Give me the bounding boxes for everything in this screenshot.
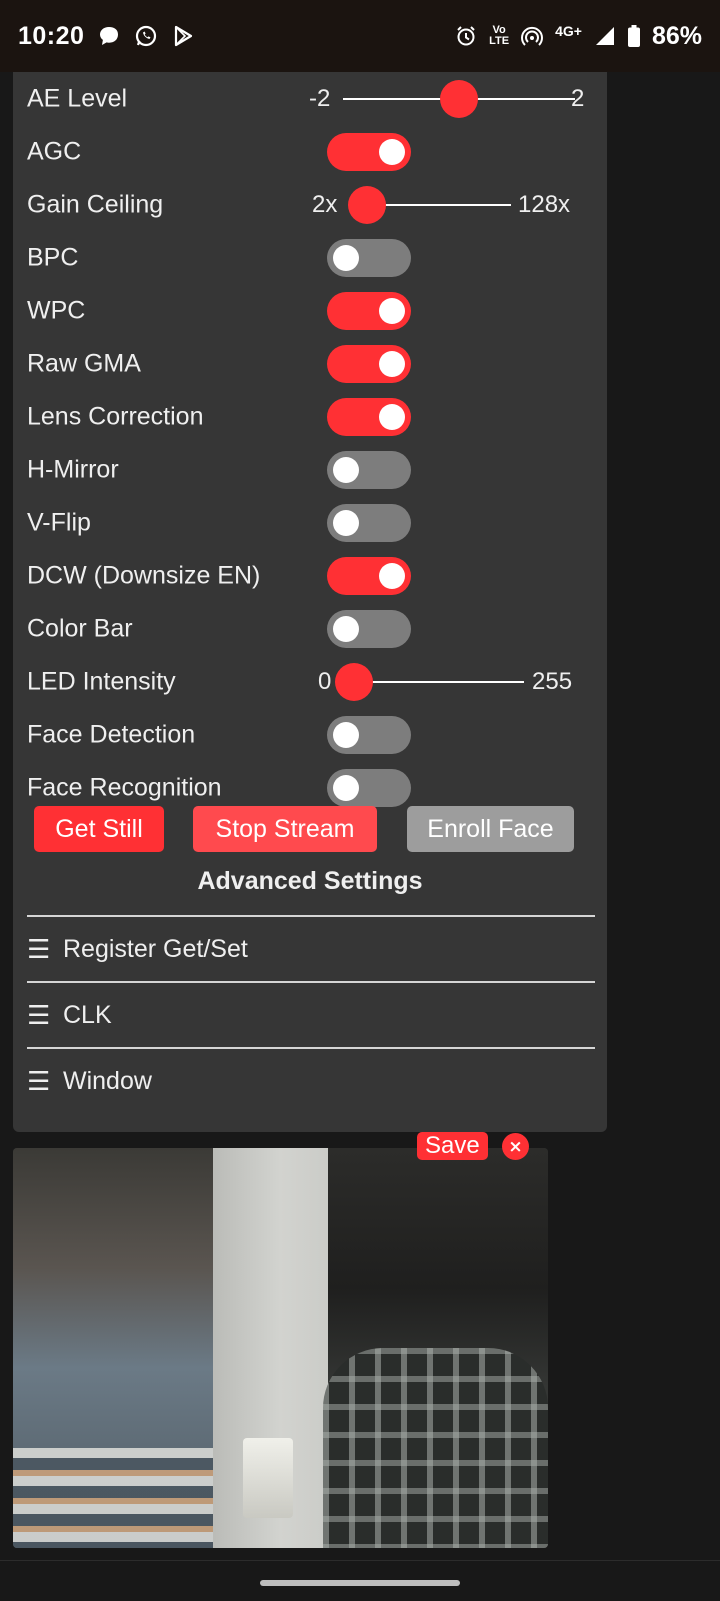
h-mirror-row: H-Mirror bbox=[13, 443, 607, 496]
stream-person-left-shirt bbox=[13, 1448, 213, 1548]
lens-correction-row: Lens Correction bbox=[13, 390, 607, 443]
lens-correction-toggle[interactable] bbox=[327, 397, 411, 436]
gain-ceiling-min: 2x bbox=[312, 190, 338, 218]
stream-lamp bbox=[243, 1438, 293, 1518]
toggle-knob bbox=[333, 509, 359, 536]
menu-icon: ☰ bbox=[27, 933, 51, 964]
dcw-row: DCW (Downsize EN) bbox=[13, 549, 607, 602]
navigation-bar bbox=[0, 1560, 720, 1601]
bpc-row: BPC bbox=[13, 231, 607, 284]
chat-bubble-icon bbox=[98, 25, 120, 47]
toggle-knob bbox=[379, 297, 405, 324]
raw-gma-row: Raw GMA bbox=[13, 337, 607, 390]
color-bar-label: Color Bar bbox=[27, 614, 133, 642]
advanced-item-label: Window bbox=[63, 1066, 152, 1095]
raw-gma-toggle[interactable] bbox=[327, 344, 411, 383]
battery-icon bbox=[627, 25, 640, 47]
action-buttons: Get Still Stop Stream Enroll Face bbox=[13, 806, 607, 852]
battery-percent: 86% bbox=[651, 21, 702, 50]
toggle-knob bbox=[379, 138, 405, 165]
face-recognition-label: Face Recognition bbox=[27, 773, 222, 801]
gain-ceiling-thumb[interactable] bbox=[348, 185, 386, 224]
gain-ceiling-slider[interactable] bbox=[348, 185, 511, 224]
gain-ceiling-label: Gain Ceiling bbox=[27, 190, 164, 218]
color-bar-toggle[interactable] bbox=[327, 609, 411, 648]
advanced-item-label: Register Get/Set bbox=[63, 934, 248, 963]
led-intensity-thumb[interactable] bbox=[335, 662, 373, 701]
clock: 10:20 bbox=[18, 21, 85, 50]
divider bbox=[27, 915, 595, 917]
wpc-toggle[interactable] bbox=[327, 291, 411, 330]
lens-correction-label: Lens Correction bbox=[27, 402, 204, 430]
close-stream-button[interactable]: × bbox=[502, 1133, 529, 1160]
settings-panel: AE Level -2 2 AGC Gain Ceiling 2x 128x B… bbox=[13, 72, 607, 1132]
gain-ceiling-row: Gain Ceiling 2x 128x bbox=[13, 178, 607, 231]
h-mirror-label: H-Mirror bbox=[27, 455, 119, 483]
face-detection-label: Face Detection bbox=[27, 720, 196, 748]
toggle-knob bbox=[379, 403, 405, 430]
led-intensity-row: LED Intensity 0 255 bbox=[13, 655, 607, 708]
v-flip-label: V-Flip bbox=[27, 508, 91, 536]
divider bbox=[27, 981, 595, 983]
toggle-knob bbox=[379, 562, 405, 589]
stop-stream-button[interactable]: Stop Stream bbox=[193, 806, 377, 852]
toggle-knob bbox=[379, 350, 405, 377]
alarm-icon bbox=[455, 25, 477, 47]
wpc-label: WPC bbox=[27, 296, 86, 324]
led-intensity-slider[interactable] bbox=[335, 662, 524, 701]
ae-level-slider[interactable] bbox=[343, 79, 575, 118]
play-store-icon bbox=[172, 25, 194, 47]
toggle-knob bbox=[333, 456, 359, 483]
bpc-label: BPC bbox=[27, 243, 79, 271]
wpc-row: WPC bbox=[13, 284, 607, 337]
toggle-knob bbox=[333, 774, 359, 801]
whatsapp-icon bbox=[134, 24, 158, 48]
toggle-knob bbox=[333, 244, 359, 271]
face-detection-toggle[interactable] bbox=[327, 715, 411, 754]
color-bar-row: Color Bar bbox=[13, 602, 607, 655]
led-intensity-max: 255 bbox=[532, 667, 573, 695]
led-intensity-min: 0 bbox=[318, 667, 332, 695]
agc-toggle[interactable] bbox=[327, 132, 411, 171]
enroll-face-button[interactable]: Enroll Face bbox=[407, 806, 574, 852]
advanced-item-label: CLK bbox=[63, 1000, 112, 1029]
advanced-item-register[interactable]: ☰ Register Get/Set bbox=[27, 929, 248, 969]
bpc-toggle[interactable] bbox=[327, 238, 411, 277]
menu-icon: ☰ bbox=[27, 999, 51, 1030]
led-intensity-label: LED Intensity bbox=[27, 667, 176, 695]
signal-icon bbox=[594, 25, 616, 47]
save-button[interactable]: Save bbox=[417, 1132, 488, 1160]
face-recognition-toggle[interactable] bbox=[327, 768, 411, 807]
ae-level-label: AE Level bbox=[27, 84, 128, 112]
volte-icon: Vo LTE bbox=[489, 24, 510, 47]
divider bbox=[27, 1047, 595, 1049]
gain-ceiling-max: 128x bbox=[518, 190, 571, 218]
hotspot-icon bbox=[521, 25, 544, 47]
raw-gma-label: Raw GMA bbox=[27, 349, 141, 377]
advanced-item-window[interactable]: ☰ Window bbox=[27, 1061, 152, 1101]
agc-label: AGC bbox=[27, 137, 82, 165]
dcw-toggle[interactable] bbox=[327, 556, 411, 595]
ae-level-max: 2 bbox=[571, 84, 585, 112]
v-flip-row: V-Flip bbox=[13, 496, 607, 549]
ae-level-min: -2 bbox=[309, 84, 331, 112]
advanced-item-clk[interactable]: ☰ CLK bbox=[27, 995, 112, 1035]
toggle-knob bbox=[333, 615, 359, 642]
ae-level-thumb[interactable] bbox=[440, 79, 478, 118]
get-still-button[interactable]: Get Still bbox=[34, 806, 164, 852]
status-bar: 10:20 Vo LTE 4G+ 86% bbox=[0, 0, 720, 72]
ae-level-row: AE Level -2 2 bbox=[13, 72, 607, 125]
toggle-knob bbox=[333, 721, 359, 748]
advanced-settings-title: Advanced Settings bbox=[197, 867, 423, 895]
camera-stream-image bbox=[13, 1148, 548, 1548]
face-detection-row: Face Detection bbox=[13, 708, 607, 761]
dcw-label: DCW (Downsize EN) bbox=[27, 561, 261, 589]
home-gesture-handle[interactable] bbox=[260, 1580, 460, 1586]
network-type: 4G+ bbox=[555, 23, 582, 39]
agc-row: AGC bbox=[13, 125, 607, 178]
h-mirror-toggle[interactable] bbox=[327, 450, 411, 489]
menu-icon: ☰ bbox=[27, 1065, 51, 1096]
v-flip-toggle[interactable] bbox=[327, 503, 411, 542]
stream-person-right-shirt bbox=[323, 1348, 548, 1548]
